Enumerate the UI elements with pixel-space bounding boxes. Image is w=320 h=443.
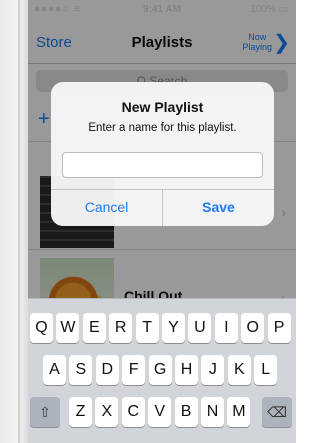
key-k[interactable]: K: [227, 355, 251, 385]
key-v[interactable]: V: [148, 397, 172, 427]
key-f[interactable]: F: [122, 355, 146, 385]
key-b[interactable]: B: [174, 397, 198, 427]
device-bezel: [0, 0, 28, 443]
new-playlist-dialog: New Playlist Enter a name for this playl…: [51, 82, 274, 226]
key-o[interactable]: O: [241, 313, 265, 343]
key-u[interactable]: U: [188, 313, 212, 343]
key-x[interactable]: X: [95, 397, 119, 427]
key-j[interactable]: J: [201, 355, 225, 385]
key-m[interactable]: M: [227, 397, 251, 427]
key-h[interactable]: H: [175, 355, 198, 385]
dialog-message: Enter a name for this playlist.: [88, 122, 237, 134]
cancel-button[interactable]: Cancel: [51, 189, 162, 226]
dialog-title: New Playlist: [121, 99, 204, 115]
key-z[interactable]: Z: [69, 397, 92, 427]
key-c[interactable]: C: [121, 397, 145, 427]
key-q[interactable]: Q: [30, 313, 53, 343]
key-t[interactable]: T: [135, 313, 159, 343]
key-w[interactable]: W: [56, 313, 80, 343]
keyboard: Q W E R T Y U I O P A S D F G H J K L ⇧ Z X C V B N M ⌫: [28, 298, 296, 443]
key-n[interactable]: N: [201, 397, 224, 427]
shift-key[interactable]: ⇧: [30, 397, 60, 427]
bezel-edge: [18, 0, 20, 443]
key-g[interactable]: G: [148, 355, 172, 385]
key-a[interactable]: A: [43, 355, 66, 385]
key-r[interactable]: R: [109, 313, 133, 343]
key-s[interactable]: S: [69, 355, 93, 385]
delete-key[interactable]: ⌫: [262, 397, 292, 427]
save-button[interactable]: Save: [163, 189, 274, 226]
key-l[interactable]: L: [254, 355, 278, 385]
playlist-name-input[interactable]: [62, 152, 263, 178]
key-p[interactable]: P: [267, 313, 291, 343]
key-e[interactable]: E: [82, 313, 106, 343]
key-i[interactable]: I: [214, 313, 238, 343]
screen: ●●●●○ ≋ 9:41 AM 100% ▭ Store Playlists N…: [28, 0, 296, 443]
key-d[interactable]: D: [95, 355, 119, 385]
key-y[interactable]: Y: [162, 313, 185, 343]
